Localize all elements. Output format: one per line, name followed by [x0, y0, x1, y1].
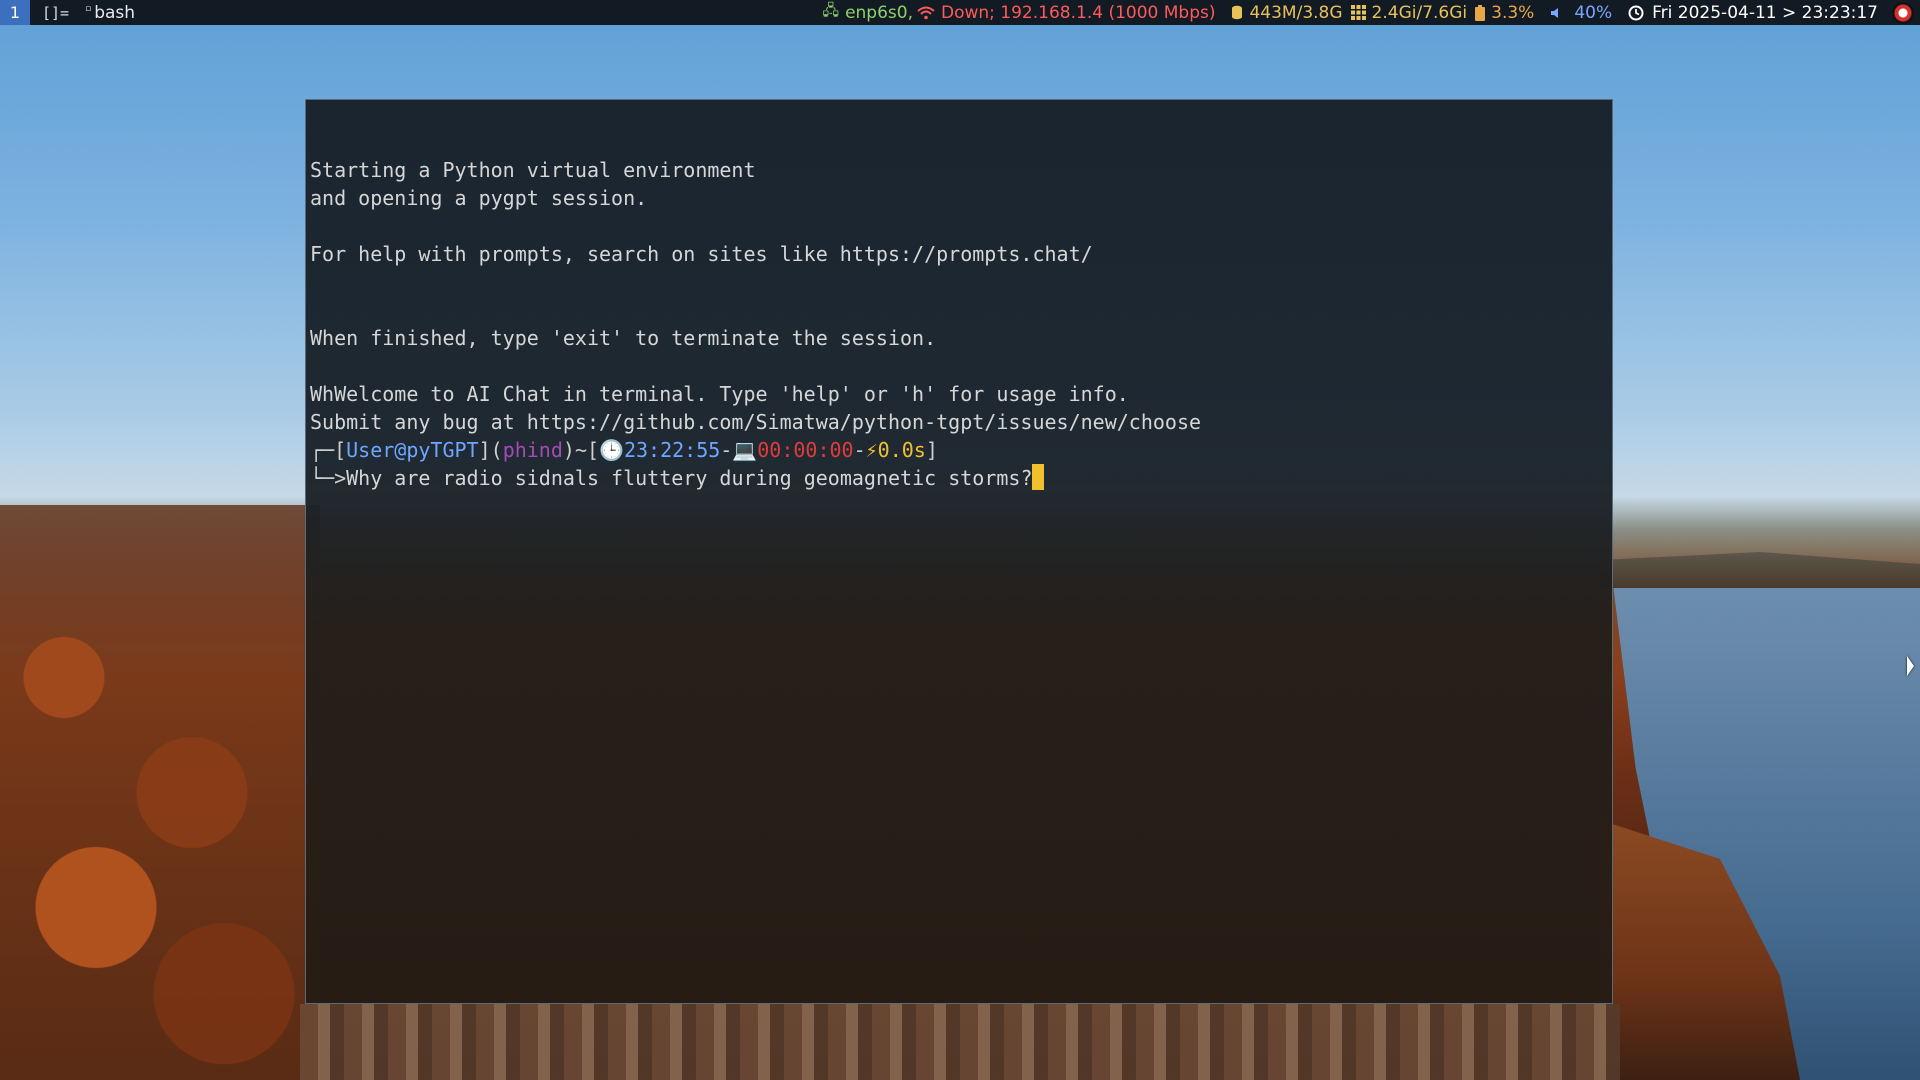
terminal-line: Starting a Python virtual environment: [310, 158, 756, 182]
terminal-line: Submit any bug at https://github.com/Sim…: [310, 410, 1202, 434]
terminal-line: WhWelcome to AI Chat in terminal. Type '…: [310, 382, 1129, 406]
terminal-line: and opening a pygpt session.: [310, 186, 648, 210]
ethernet-text: enp6s0,: [845, 2, 913, 23]
status-bar: 1 []= ▫ bash 🖧 enp6s0, Down; 192.168.1.4 …: [0, 0, 1920, 25]
prompt-clock-icon: 🕒: [599, 438, 624, 462]
wifi-text: Down; 192.168.1.4 (1000 Mbps): [941, 2, 1216, 23]
volume-module[interactable]: 40%: [1550, 3, 1612, 23]
prompt-model: phind: [502, 438, 563, 462]
window-title-text: bash: [94, 2, 136, 23]
memory-text: 443M/3.8G: [1249, 2, 1343, 23]
prompt-input-line[interactable]: └─>Why are radio sidnals fluttery during…: [310, 464, 1612, 492]
prompt-status-line: ┌─[User@pyTGPT](phind)~[🕒23:22:55-💻00:00…: [310, 438, 938, 462]
volume-text: 40%: [1574, 2, 1613, 23]
prompt-time: 23:22:55: [623, 438, 721, 462]
database-icon: [1232, 5, 1243, 20]
terminal-line: When finished, type 'exit' to terminate …: [310, 326, 937, 350]
prompt-user: User@pyTGPT: [346, 438, 479, 462]
prompt-duration: 0.0s: [877, 438, 926, 462]
prompt-elapsed: 00:00:00: [757, 438, 854, 462]
cpu-text: 2.4Gi/7.6Gi: [1371, 2, 1468, 23]
prompt-arrow: >: [334, 466, 347, 490]
wallpaper-hills-right: [1600, 552, 1920, 588]
terminal-line: For help with prompts, search on sites l…: [310, 242, 1093, 266]
prompt-input-text[interactable]: Why are radio sidnals fluttery during ge…: [346, 466, 1032, 490]
prompt-corner-top: ┌─: [310, 438, 335, 462]
grid-icon: [1350, 5, 1366, 20]
prompt-cwd: ~: [574, 438, 587, 462]
layout-indicator[interactable]: []=: [42, 4, 69, 22]
text-cursor: [1032, 464, 1045, 490]
prompt-laptop-icon: 💻: [732, 438, 758, 462]
prompt-corner-bottom: └─: [310, 466, 335, 490]
status-modules: 🖧 enp6s0, Down; 192.168.1.4 (1000 Mbps) …: [806, 0, 1920, 25]
mouse-pointer-icon: [1907, 656, 1914, 676]
ethernet-module: 🖧 enp6s0,: [822, 0, 913, 25]
prompt-bolt-icon: ⚡: [865, 438, 878, 462]
battery-icon: [1475, 4, 1486, 21]
speaker-icon: [1551, 7, 1559, 18]
system-logo-icon[interactable]: [1892, 1, 1914, 24]
window-title: ▫ bash: [85, 2, 136, 23]
terminal-window[interactable]: Starting a Python virtual environment an…: [305, 99, 1613, 1004]
memory-module: 443M/3.8G: [1231, 2, 1343, 23]
battery-text: 3.3%: [1491, 2, 1535, 23]
clock-module: Fri 2025-04-11 > 23:23:17: [1628, 3, 1878, 23]
datetime-text: Fri 2025-04-11 > 23:23:17: [1652, 2, 1878, 23]
cpu-module: 2.4Gi/7.6Gi: [1350, 2, 1468, 23]
clock-icon: [1628, 5, 1644, 20]
wallpaper-hills-left: [0, 505, 320, 1080]
wifi-module: Down; 192.168.1.4 (1000 Mbps): [917, 3, 1215, 23]
wallpaper-rocks: [300, 1004, 1620, 1080]
workspace-tag[interactable]: 1: [0, 0, 30, 25]
network-icon: 🖧: [822, 1, 840, 19]
battery-module: 3.3%: [1475, 3, 1534, 23]
wifi-icon: [917, 6, 935, 19]
